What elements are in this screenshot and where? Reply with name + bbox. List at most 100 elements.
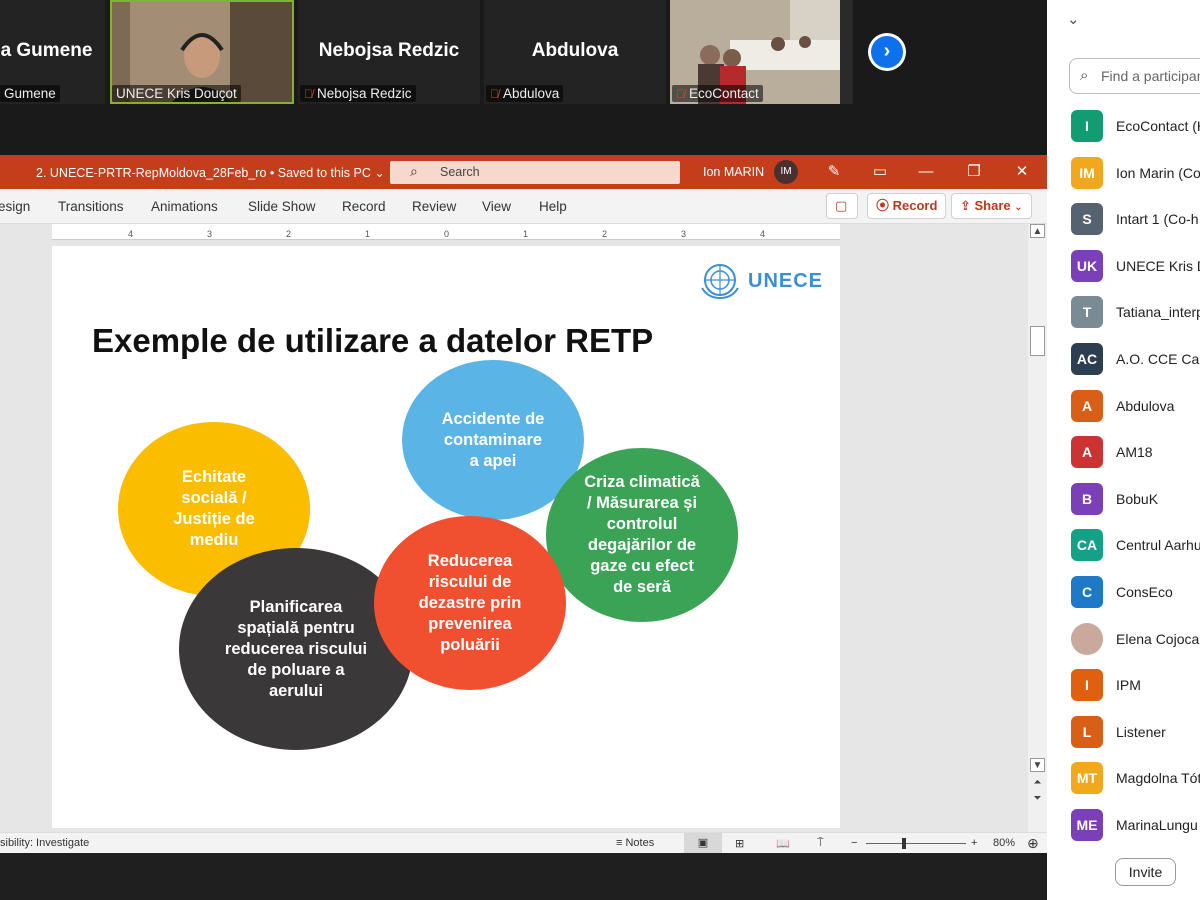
slide-title: Exemple de utilizare a datelor RETP <box>92 322 654 359</box>
video-tile-kris[interactable]: UNECE Kris Douçot <box>110 0 294 104</box>
avatar: AC <box>1071 343 1103 375</box>
mic-muted-icon: 🎙̸ <box>490 87 499 101</box>
scroll-down-icon[interactable]: ▼ <box>1030 758 1045 772</box>
next-videos-button[interactable]: › <box>868 33 906 71</box>
tab-slide-show[interactable]: Slide Show <box>248 199 316 214</box>
zoom-out-button[interactable]: − <box>851 837 857 849</box>
participant-row[interactable]: MT Magdolna Tót <box>1071 762 1200 795</box>
avatar <box>1071 622 1103 655</box>
avatar[interactable]: IM <box>774 160 798 184</box>
comments-icon[interactable]: ▢ <box>826 193 858 219</box>
video-tile-gumene[interactable]: a Gumene Gumene <box>0 0 105 104</box>
participant-row[interactable]: CA Centrul Aarhu <box>1071 529 1200 562</box>
participant-name: Ion Marin (Co <box>1116 164 1200 181</box>
tab-review[interactable]: Review <box>412 199 456 214</box>
ruler-tick: 2 <box>286 229 292 239</box>
participant-row[interactable]: ME MarinaLungu <box>1071 809 1200 841</box>
restore-icon[interactable]: ❐ <box>962 160 986 184</box>
participant-name: Centrul Aarhu <box>1116 537 1200 554</box>
participant-name: Elena Cojocar <box>1116 630 1200 647</box>
participant-row[interactable]: Elena Cojocar <box>1071 622 1200 655</box>
slide-canvas[interactable]: UNECE Exemple de utilizare a datelor RET… <box>52 246 840 828</box>
participant-row[interactable]: B BobuK <box>1071 482 1200 515</box>
participant-name: UNECE Kris D <box>1116 257 1200 274</box>
avatar: A <box>1071 436 1103 469</box>
powerpoint-window: 2. UNECE-PRTR-RepMoldova_28Feb_ro • Save… <box>0 155 1047 854</box>
ribbon-display-icon[interactable]: ▭ <box>868 160 892 184</box>
slide-sorter-icon[interactable]: ⊞ <box>735 837 744 850</box>
participant-name: AM18 <box>1116 444 1153 461</box>
normal-view-icon[interactable]: ▣ <box>684 833 722 854</box>
ruler-tick: 2 <box>602 229 608 239</box>
participant-row[interactable]: IM Ion Marin (Co <box>1071 156 1200 189</box>
document-title[interactable]: 2. UNECE-PRTR-RepMoldova_28Feb_ro • Save… <box>36 165 385 180</box>
participant-row[interactable]: A Abdulova <box>1071 389 1200 422</box>
minimize-icon[interactable]: — <box>914 160 938 184</box>
tab-transitions[interactable]: Transitions <box>58 199 124 214</box>
participant-row[interactable]: L Listener <box>1071 715 1200 748</box>
accessibility-status[interactable]: sibility: Investigate <box>0 837 89 849</box>
chevron-down-icon[interactable]: ⌄ <box>1067 10 1080 28</box>
ruler-tick: 4 <box>760 229 766 239</box>
bubble-climate-crisis: Criza climatică / Măsurarea și controlul de… <box>546 448 738 622</box>
fit-to-window-icon[interactable]: ⊕ <box>1027 835 1039 852</box>
tab-record[interactable]: Record <box>342 199 386 214</box>
participant-row[interactable]: S Intart 1 (Co-h <box>1071 203 1200 236</box>
zoom-level[interactable]: 80% <box>993 837 1015 849</box>
record-button[interactable]: ⦿ Record <box>867 193 947 219</box>
ribbon-tabs: esign Transitions Animations Slide Show … <box>0 189 1047 224</box>
participant-search-input[interactable]: ⌕ Find a participant <box>1069 58 1200 94</box>
zoom-in-button[interactable]: + <box>971 837 977 849</box>
video-tile-name: Nebojsa Redzic <box>318 40 460 61</box>
search-icon: ⌕ <box>1080 67 1089 84</box>
status-bar: sibility: Investigate ≡ Notes ▣ ⊞ 📖 ⍑ − … <box>0 832 1047 854</box>
avatar: I <box>1071 669 1103 702</box>
video-tile-ecocontact[interactable]: 🎙̸ EcoContact <box>670 0 853 104</box>
tab-animations[interactable]: Animations <box>151 199 218 214</box>
next-slide-icon[interactable]: ⏷ <box>1030 792 1045 806</box>
video-tile-abdulova[interactable]: Abdulova 🎙̸ Abdulova <box>484 0 666 104</box>
video-tile-label: 🎙̸ EcoContact <box>672 85 763 102</box>
scroll-up-icon[interactable]: ▲ <box>1030 224 1045 238</box>
pen-icon[interactable]: ✎ <box>822 160 846 184</box>
share-button[interactable]: ⇪ Share ⌄ <box>951 193 1032 219</box>
avatar: ME <box>1071 809 1103 841</box>
video-tile-label: 🎙̸ Abdulova <box>486 85 564 102</box>
invite-button[interactable]: Invite <box>1115 858 1176 886</box>
notes-button[interactable]: ≡ Notes <box>616 837 654 849</box>
vertical-scrollbar[interactable]: ▲ ▼ ⏶ ⏷ <box>1028 224 1047 832</box>
video-tile-name: a Gumene <box>0 40 93 61</box>
participant-name: A.O. CCE Cah <box>1116 351 1200 367</box>
tab-help[interactable]: Help <box>539 199 567 214</box>
participant-row[interactable]: AC A.O. CCE Cah <box>1071 343 1200 375</box>
tab-design[interactable]: esign <box>0 199 30 214</box>
slide-show-icon[interactable]: ⍑ <box>817 837 824 850</box>
ruler-tick: 3 <box>681 229 687 239</box>
reading-view-icon[interactable]: 📖 <box>776 837 790 850</box>
participant-row[interactable]: I EcoContact (H <box>1071 110 1200 142</box>
participant-name: Intart 1 (Co-h <box>1116 211 1199 228</box>
zoom-slider[interactable] <box>866 843 966 844</box>
video-tile-nebojsa[interactable]: Nebojsa Redzic 🎙̸ Nebojsa Redzic <box>298 0 480 104</box>
video-tile-name: Abdulova <box>531 40 619 61</box>
search-input[interactable]: ⌕ Search <box>390 161 680 184</box>
zoom-slider-thumb[interactable] <box>902 838 906 849</box>
participant-row[interactable]: T Tatiana_interp <box>1071 296 1200 329</box>
previous-slide-icon[interactable]: ⏶ <box>1030 776 1045 790</box>
close-icon[interactable]: ✕ <box>1010 160 1034 184</box>
tab-view[interactable]: View <box>482 199 511 214</box>
ruler-tick: 4 <box>128 229 134 239</box>
participant-row[interactable]: A AM18 <box>1071 436 1200 469</box>
participant-row[interactable]: I IPM <box>1071 669 1200 702</box>
chevron-right-icon: › <box>871 36 903 68</box>
participant-row[interactable]: C ConsEco <box>1071 576 1200 608</box>
participant-row[interactable]: UK UNECE Kris D <box>1071 249 1200 282</box>
search-icon: ⌕ <box>410 163 418 179</box>
video-tile-label: UNECE Kris Douçot <box>112 85 241 102</box>
user-name: Ion MARIN <box>703 165 765 179</box>
participant-name: BobuK <box>1116 490 1159 507</box>
ruler-tick: 0 <box>444 229 450 239</box>
share-icon: ⇪ <box>960 198 975 213</box>
scroll-thumb[interactable] <box>1030 326 1045 356</box>
participant-name: Abdulova <box>1116 397 1175 414</box>
